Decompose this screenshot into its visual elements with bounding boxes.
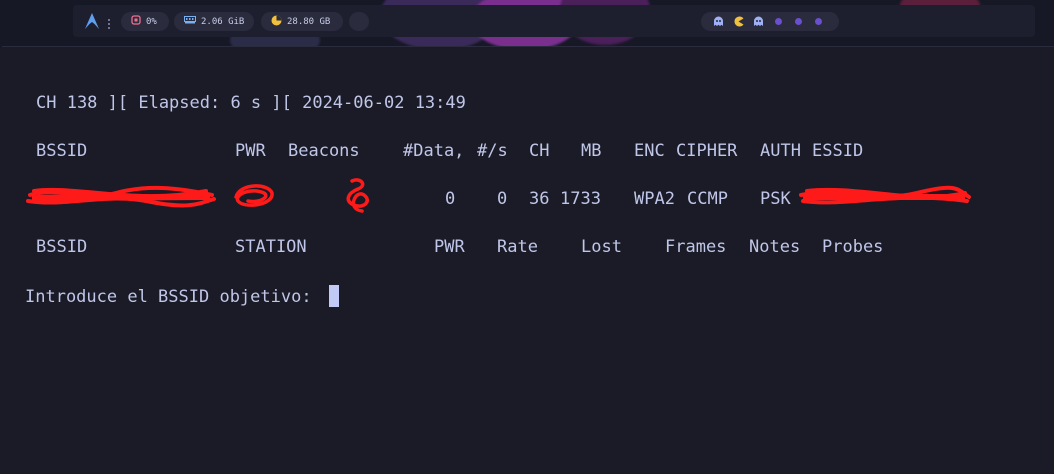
dot-icon[interactable]: [795, 18, 802, 25]
airodump-status-line: CH 138 ][ Elapsed: 6 s ][ 2024-06-02 13:…: [36, 93, 466, 113]
arch-logo-icon[interactable]: [85, 13, 99, 29]
empty-widget[interactable]: [349, 12, 369, 31]
terminal-window[interactable]: CH 138 ][ Elapsed: 6 s ][ 2024-06-02 13:…: [2, 46, 1054, 474]
ap-enc: WPA2: [634, 189, 675, 209]
cpu-chip-icon: [131, 15, 141, 28]
pacman-icon[interactable]: [733, 16, 744, 30]
header-per-s: #/s: [477, 141, 508, 161]
station-header-frames: Frames: [665, 237, 727, 257]
ram-usage-widget[interactable]: 2.06 GiB: [174, 12, 254, 31]
station-header-notes: Notes: [749, 237, 801, 257]
redaction-essid: [799, 185, 971, 205]
ap-data-count: 0: [445, 189, 456, 209]
dot-icon[interactable]: [775, 18, 782, 25]
ap-mb: 1733: [560, 189, 601, 209]
ap-header-row: BSSID PWR Beacons #Data, #/s CH MB ENC C…: [2, 141, 1002, 163]
ap-data-row: 0 0 36 1733 WPA2 CCMP PSK: [2, 178, 1002, 213]
header-cipher: CIPHER: [676, 141, 738, 161]
ap-channel: 36: [529, 189, 550, 209]
memory-icon: [184, 16, 196, 27]
ghost-icon[interactable]: [753, 16, 764, 30]
station-header-lost: Lost: [581, 237, 622, 257]
header-ch: CH: [529, 141, 550, 161]
header-pwr: PWR: [235, 141, 266, 161]
header-mb: MB: [581, 141, 602, 161]
dot-icon[interactable]: [815, 18, 822, 25]
disk-usage-widget[interactable]: 28.80 GB: [261, 12, 343, 31]
ap-cipher: CCMP: [687, 189, 728, 209]
redaction-pwr: [234, 184, 274, 207]
bssid-prompt: Introduce el BSSID objetivo:: [25, 287, 312, 307]
top-status-bar: 0% 2.06 GiB 28.80 GB: [73, 5, 1035, 37]
ap-per-s: 0: [497, 189, 508, 209]
station-header-probes: Probes: [822, 237, 884, 257]
station-header-row: BSSID STATION PWR Rate Lost Frames Notes…: [2, 237, 1002, 259]
header-enc: ENC: [634, 141, 665, 161]
header-data: #Data,: [403, 141, 465, 161]
disk-pie-icon: [271, 15, 282, 29]
ram-usage-value: 2.06 GiB: [201, 16, 245, 27]
vertical-dots-icon[interactable]: [107, 15, 111, 29]
header-auth: AUTH: [760, 141, 801, 161]
station-header-station: STATION: [235, 237, 307, 257]
station-header-rate: Rate: [497, 237, 538, 257]
workspaces-widget: [701, 12, 839, 31]
terminal-cursor[interactable]: [329, 285, 339, 307]
cpu-usage-value: 0%: [146, 16, 157, 27]
ghost-icon[interactable]: [713, 16, 724, 30]
cpu-usage-widget[interactable]: 0%: [121, 12, 169, 31]
redaction-beacons: [346, 178, 369, 213]
disk-usage-value: 28.80 GB: [287, 16, 331, 27]
ap-auth: PSK: [760, 189, 791, 209]
header-beacons: Beacons: [288, 141, 360, 161]
redaction-bssid: [26, 185, 216, 208]
header-essid: ESSID: [812, 141, 864, 161]
header-bssid: BSSID: [36, 141, 88, 161]
station-header-pwr: PWR: [434, 237, 465, 257]
station-header-bssid: BSSID: [36, 237, 88, 257]
